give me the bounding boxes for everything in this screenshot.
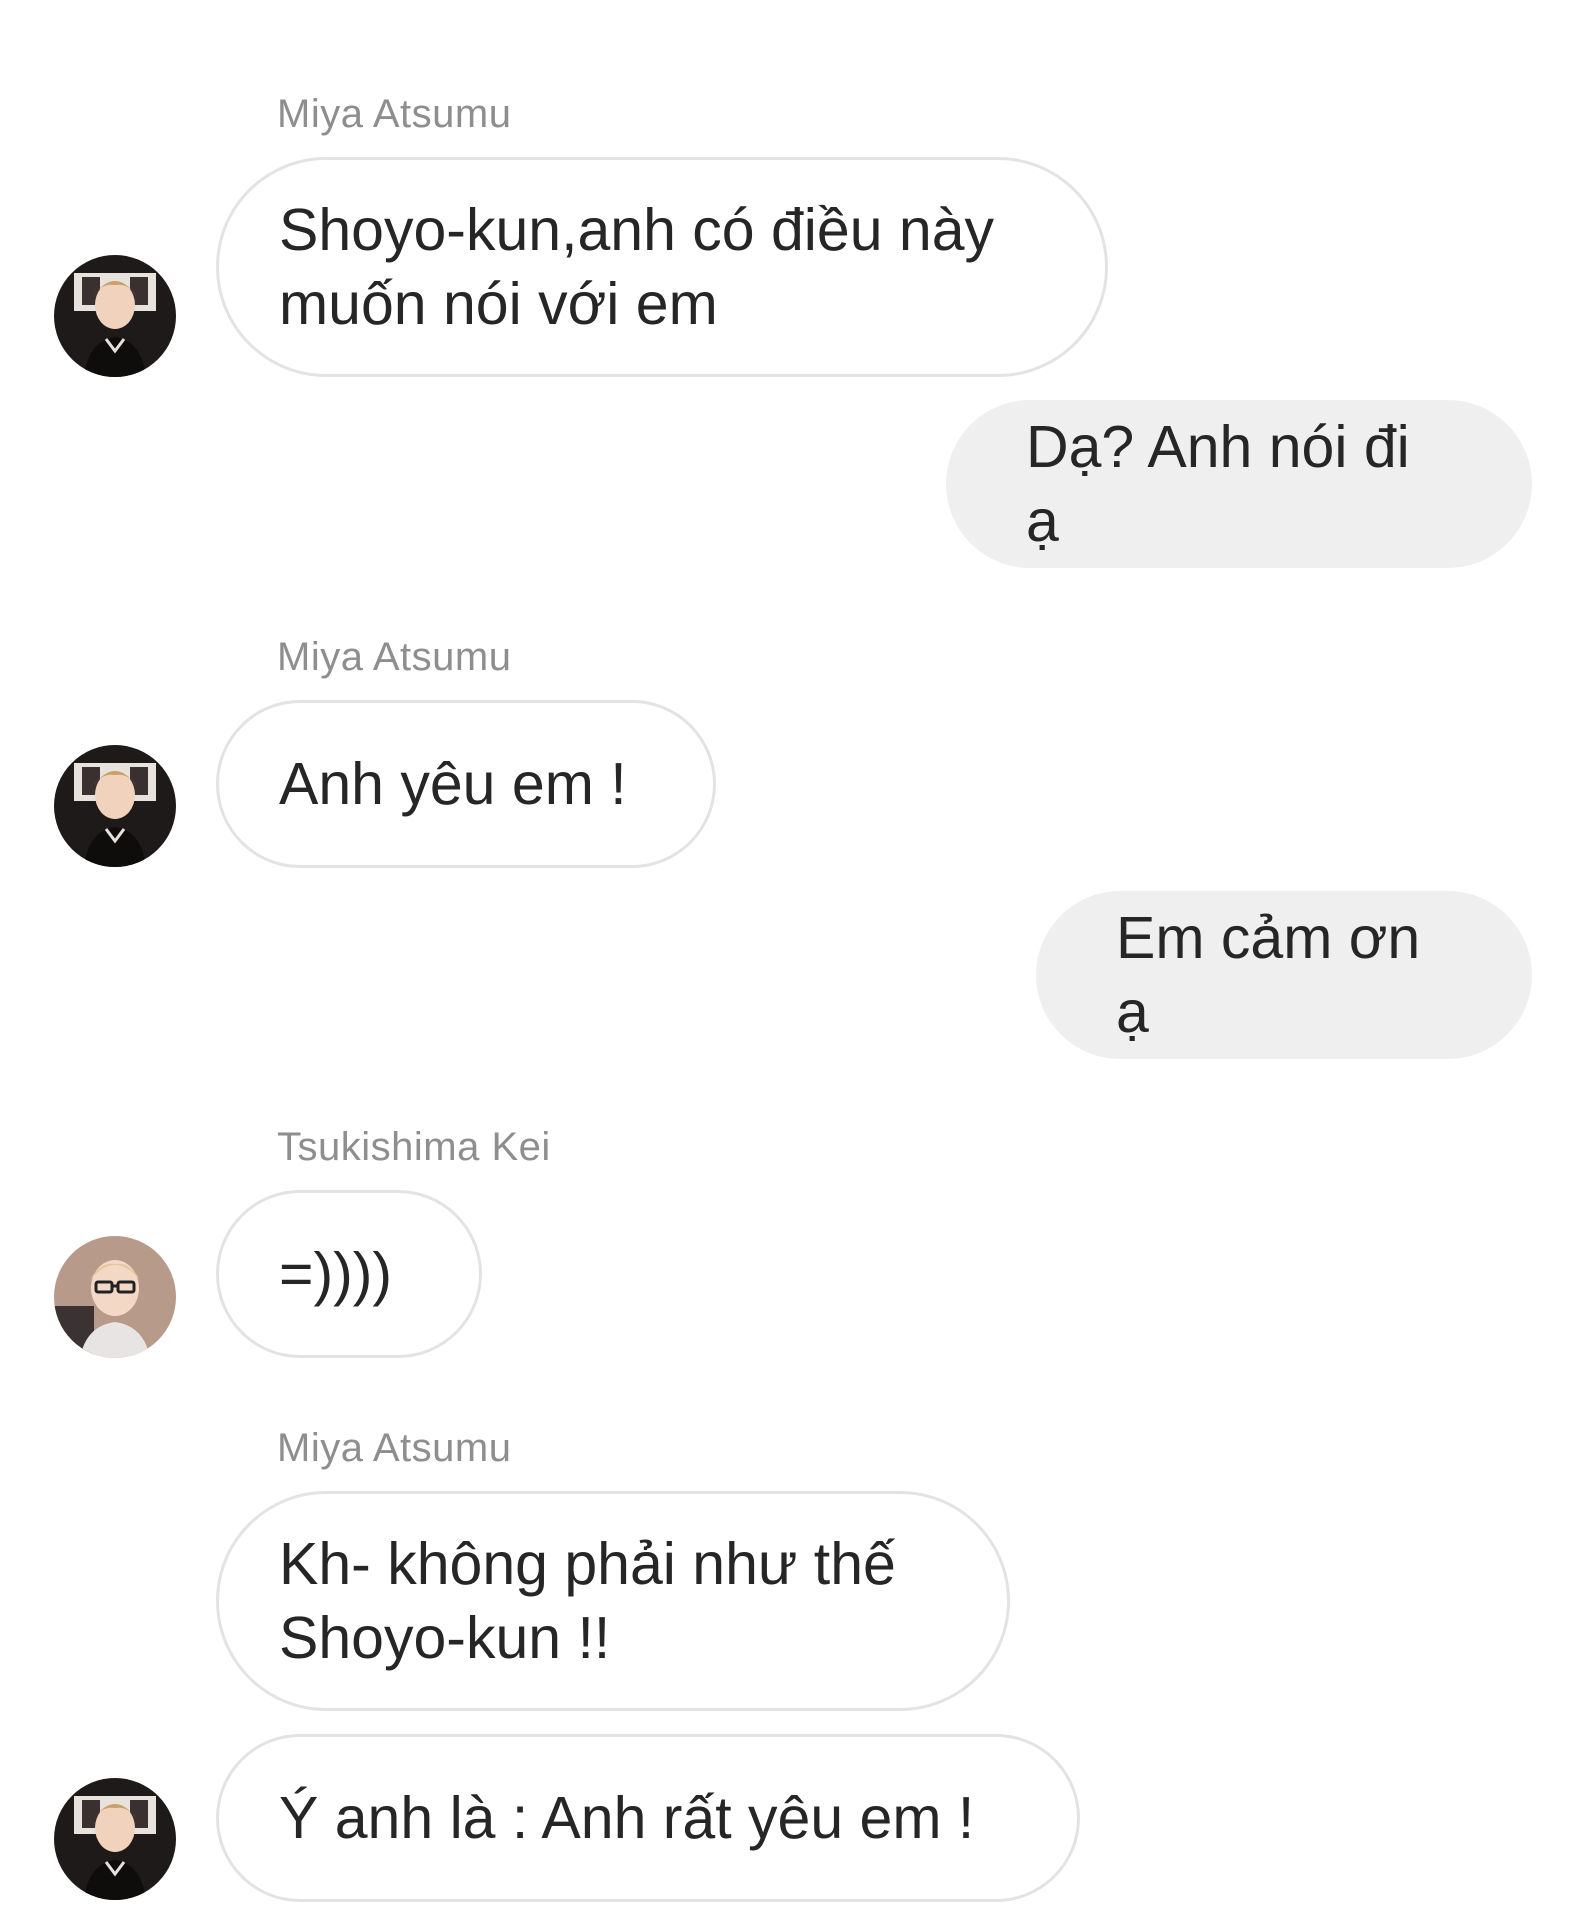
outgoing-message-bubble[interactable]: Dạ? Anh nói đi ạ [946, 400, 1532, 568]
avatar-atsumu[interactable] [54, 255, 176, 377]
message-text: Ý anh là : Anh rất yêu em ! [279, 1785, 975, 1851]
incoming-message-bubble[interactable]: Shoyo-kun,anh có điều này muốn nói với e… [216, 157, 1108, 377]
incoming-message-bubble[interactable]: Anh yêu em ! [216, 700, 716, 868]
message-line: Shoyo-kun !! [279, 1605, 611, 1671]
incoming-message-bubble[interactable]: Kh- không phải như thế Shoyo-kun !! [216, 1491, 1010, 1711]
message-text: Dạ? Anh nói đi ạ [1026, 414, 1410, 554]
message-text: Kh- không phải như thế Shoyo-kun !! [279, 1527, 896, 1675]
sender-name: Miya Atsumu [277, 1426, 512, 1470]
message-text: Shoyo-kun,anh có điều này muốn nói với e… [279, 193, 994, 341]
outgoing-message-bubble[interactable]: Em cảm ơn ạ [1036, 891, 1532, 1059]
incoming-message-bubble[interactable]: =)))) [216, 1190, 482, 1358]
sender-name: Miya Atsumu [277, 635, 512, 679]
avatar-tsukishima[interactable] [54, 1236, 176, 1358]
message-text: =)))) [279, 1241, 393, 1307]
message-text: Em cảm ơn ạ [1116, 905, 1421, 1045]
sender-name: Tsukishima Kei [277, 1125, 551, 1169]
message-line: Shoyo-kun,anh có điều này [279, 197, 995, 263]
avatar-atsumu[interactable] [54, 745, 176, 867]
sender-name: Miya Atsumu [277, 92, 512, 136]
incoming-message-bubble[interactable]: Ý anh là : Anh rất yêu em ! [216, 1734, 1080, 1902]
message-line: Kh- không phải như thế [279, 1531, 896, 1597]
message-line: muốn nói với em [279, 271, 718, 337]
avatar-atsumu[interactable] [54, 1778, 176, 1900]
message-text: Anh yêu em ! [279, 751, 627, 817]
